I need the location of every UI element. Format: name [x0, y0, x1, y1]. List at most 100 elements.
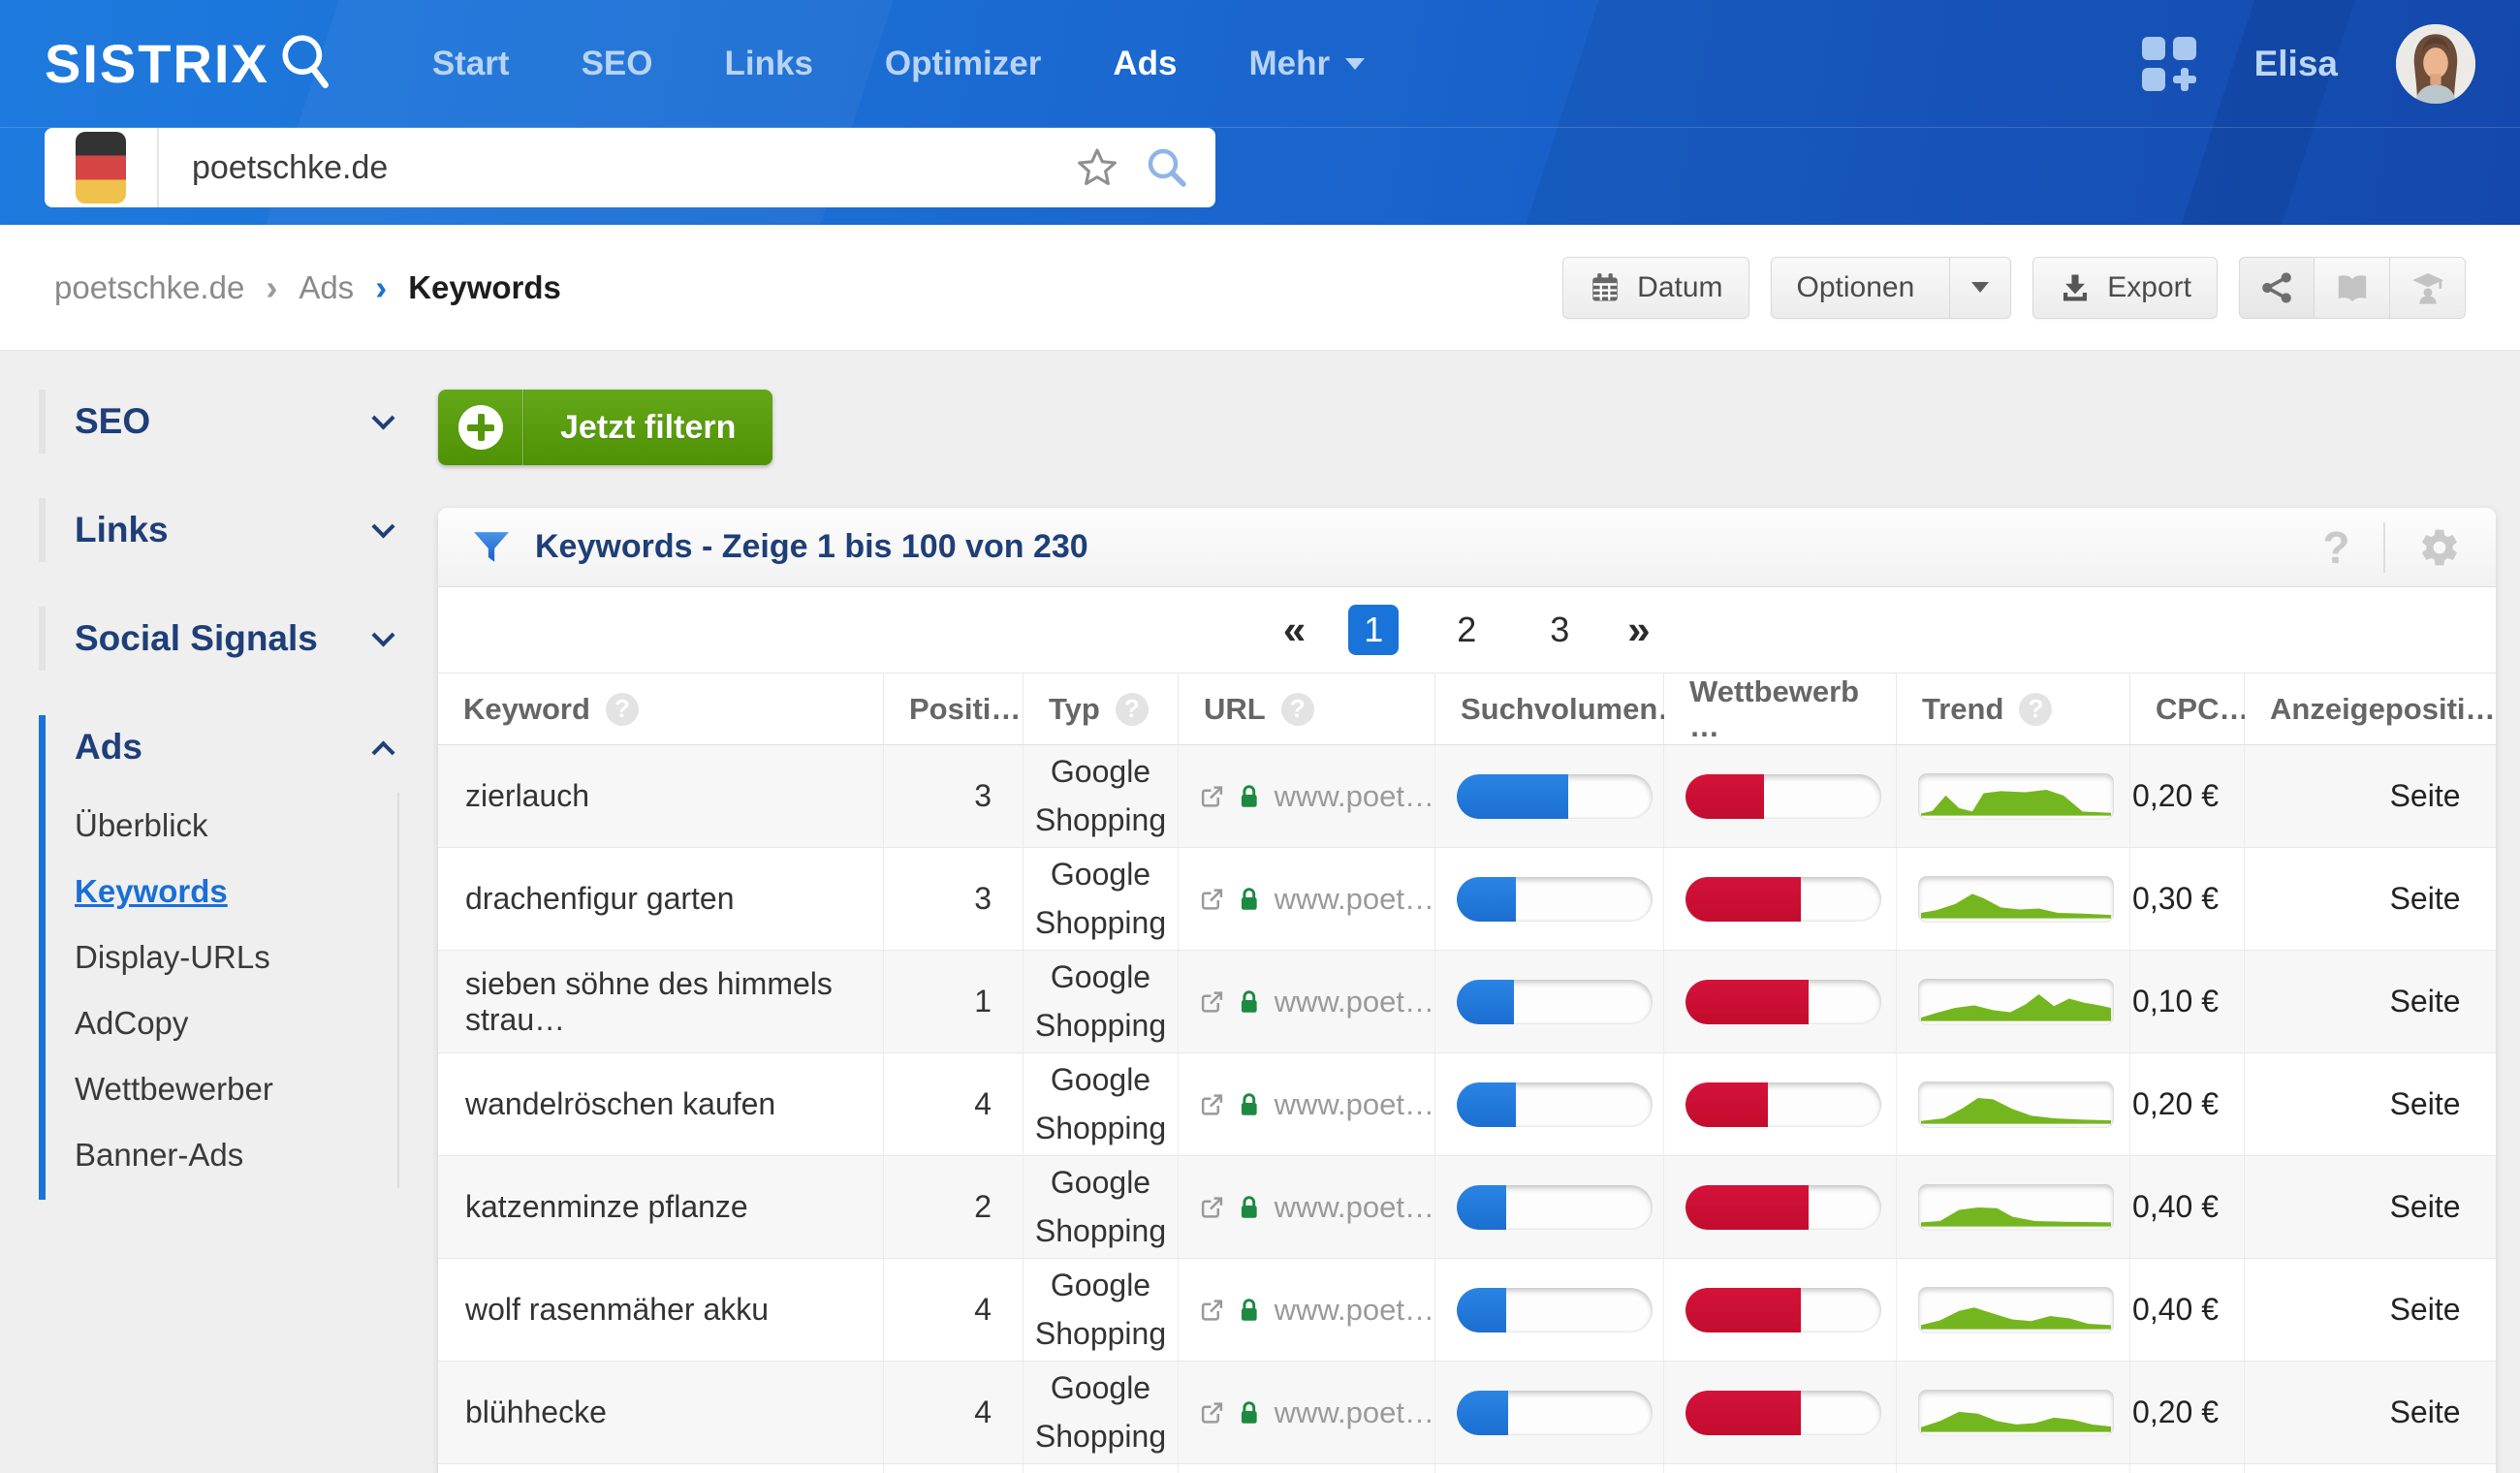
sidebar-section-header-seo[interactable]: SEO	[75, 401, 399, 442]
cell-empty	[1664, 1464, 1897, 1473]
column-header-trend[interactable]: Trend?	[1897, 674, 2130, 745]
sidebar-section-ads: Ads Überblick Keywords Display-URLs AdCopy We…	[39, 715, 399, 1200]
lock-icon	[1241, 887, 1257, 910]
wettbewerb-bar-fill	[1685, 876, 1802, 922]
apps-grid-icon[interactable]	[2141, 36, 2196, 91]
suchvolumen-bar	[1457, 979, 1653, 1024]
nav-item-seo[interactable]: SEO	[582, 45, 653, 83]
logo-magnifier-icon	[282, 34, 329, 88]
cell-empty	[1435, 1464, 1664, 1473]
sidebar-item-berblick[interactable]: Überblick	[75, 793, 378, 859]
filter-button[interactable]: Jetzt filtern	[438, 390, 773, 465]
export-button[interactable]: Export	[2032, 256, 2218, 319]
help-icon[interactable]: ?	[2019, 692, 2053, 726]
pagination-next[interactable]: »	[1627, 610, 1650, 650]
cell-position: 1	[884, 951, 1024, 1053]
cell-url[interactable]: www.poet…	[1179, 1053, 1435, 1156]
handbook-button[interactable]	[2315, 256, 2390, 319]
help-icon[interactable]: ?	[1115, 692, 1149, 726]
pagination-page-2[interactable]: 2	[1441, 605, 1492, 655]
wettbewerb-bar-fill	[1685, 773, 1764, 819]
sidebar-section-header-links[interactable]: Links	[75, 510, 399, 550]
cell-url[interactable]: www.poet…	[1179, 951, 1435, 1053]
suchvolumen-bar	[1457, 1287, 1653, 1332]
user-name[interactable]: Elisa	[2254, 44, 2338, 84]
search-row: poetschke.de	[0, 128, 2520, 225]
column-header-anzeigepositi[interactable]: Anzeigepositi…	[2245, 674, 2496, 745]
trend-sparkline-svg	[1921, 1207, 2111, 1227]
nav-item-start[interactable]: Start	[432, 45, 510, 83]
share-button[interactable]	[2239, 256, 2315, 319]
cell-cpc: 0,20 €	[2130, 1362, 2245, 1464]
search-input[interactable]: poetschke.de	[159, 149, 1076, 187]
sidebar-item-adcopy[interactable]: AdCopy	[75, 990, 378, 1056]
optionen-button[interactable]: Optionen	[1770, 256, 2012, 319]
gear-icon[interactable]	[2418, 526, 2461, 569]
url-text: www.poet…	[1274, 778, 1434, 813]
sidebar-item-wettbewerber[interactable]: Wettbewerber	[75, 1056, 378, 1122]
trend-sparkline-svg	[1921, 993, 2111, 1021]
column-header-url[interactable]: URL?	[1179, 674, 1435, 745]
help-icon[interactable]: ?	[605, 692, 639, 726]
cell-url[interactable]: www.poet…	[1179, 1259, 1435, 1362]
url-text: www.poet…	[1274, 1086, 1434, 1121]
external-link-icon	[1201, 785, 1223, 807]
cell-position: 3	[884, 848, 1024, 951]
cell-wettbewerb	[1664, 745, 1897, 848]
cell-typ: Google Shopping	[1024, 951, 1179, 1053]
sidebar-section-header-ads[interactable]: Ads	[75, 727, 399, 768]
wettbewerb-bar-fill	[1685, 1287, 1802, 1332]
nav-item-optimizer[interactable]: Optimizer	[885, 45, 1041, 83]
breadcrumb-ads[interactable]: Ads	[299, 269, 354, 306]
table-row: wandelröschen kaufen 4 Google Shopping www.…	[438, 1053, 2496, 1156]
column-header-wettbewerb[interactable]: Wettbewerb …	[1664, 674, 1897, 745]
column-header-cpc[interactable]: CPC…	[2130, 674, 2249, 745]
nav-item-ads[interactable]: Ads	[1113, 45, 1177, 83]
panel-title: Keywords - Zeige 1 bis 100 von 230	[535, 528, 1088, 565]
panel-header-actions: ?	[2322, 521, 2460, 574]
column-header-keyword[interactable]: Keyword?	[438, 674, 884, 745]
cell-keyword: zierlauch	[438, 745, 884, 848]
url-text: www.poet…	[1274, 1395, 1434, 1429]
wettbewerb-bar-fill	[1685, 1184, 1810, 1230]
search-icon[interactable]	[1144, 144, 1190, 191]
breadcrumb-domain[interactable]: poetschke.de	[54, 269, 244, 306]
sidebar-item-banner-ads[interactable]: Banner-Ads	[75, 1122, 378, 1188]
country-selector[interactable]	[45, 128, 159, 207]
help-icon[interactable]: ?	[2322, 521, 2349, 574]
sidebar-item-keywords[interactable]: Keywords	[75, 859, 378, 925]
cell-trend	[1897, 745, 2130, 848]
nav-item-mehr[interactable]: Mehr	[1248, 45, 1366, 83]
cell-wettbewerb	[1664, 848, 1897, 951]
favorite-star-icon[interactable]	[1076, 146, 1118, 189]
sistrix-logo[interactable]: SISTRIX	[45, 32, 339, 96]
logo-text: SISTRIX	[45, 33, 269, 94]
datum-button[interactable]: Datum	[1562, 256, 1749, 319]
tutorial-button[interactable]	[2390, 256, 2466, 319]
avatar[interactable]	[2396, 23, 2475, 104]
cell-anzeigeposition: Seite	[2245, 1362, 2496, 1464]
cell-url[interactable]: www.poet…	[1179, 848, 1435, 951]
column-header-suchvolumen[interactable]: Suchvolumen…	[1435, 674, 1687, 745]
cell-wettbewerb	[1664, 951, 1897, 1053]
table-row: wolf rasenmäher akku 4 Google Shopping www.…	[438, 1259, 2496, 1362]
apps-grid-square	[2141, 67, 2165, 91]
pagination-prev[interactable]: «	[1283, 610, 1306, 650]
sidebar-item-display-urls[interactable]: Display-URLs	[75, 925, 378, 990]
cell-url[interactable]: www.poet…	[1179, 1362, 1435, 1464]
top-header: SISTRIX Start SEO Links Optimizer Ads Mehr El…	[0, 0, 2520, 225]
sidebar-section-header-social-signals[interactable]: Social Signals	[75, 618, 399, 659]
pagination-page-3[interactable]: 3	[1534, 605, 1585, 655]
column-header-positi[interactable]: Positi…	[884, 674, 1024, 745]
suchvolumen-bar-fill	[1457, 773, 1569, 819]
cell-url[interactable]: www.poet…	[1179, 1156, 1435, 1259]
cell-empty	[1179, 1464, 1435, 1473]
cell-url[interactable]: www.poet…	[1179, 745, 1435, 848]
optionen-dropdown-toggle[interactable]	[1949, 257, 2010, 318]
help-icon[interactable]: ?	[1280, 692, 1314, 726]
column-header-typ[interactable]: Typ?	[1024, 674, 1179, 745]
cell-empty	[1024, 1464, 1179, 1473]
pagination-page-1[interactable]: 1	[1348, 605, 1400, 655]
domain-search-box[interactable]: poetschke.de	[45, 128, 1215, 207]
nav-item-links[interactable]: Links	[725, 45, 813, 83]
